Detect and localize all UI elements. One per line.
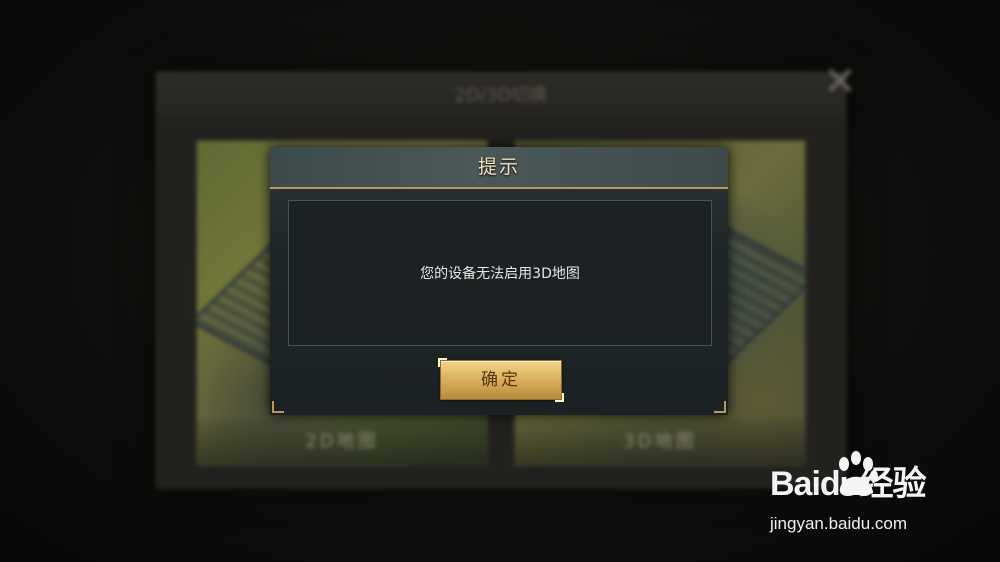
confirm-button[interactable]: 确定 [438,358,564,402]
dialog-header: 提示 [270,147,728,189]
message-box: 您的设备无法启用3D地图 [288,200,712,346]
map-mode-panel-title: 2D/3D切换 [157,73,845,119]
dialog-title: 提示 [477,156,520,178]
alert-dialog: 提示 您的设备无法启用3D地图 确定 [270,147,728,415]
map-card-2d-label: 2D地图 [197,419,487,465]
confirm-button-label: 确定 [481,370,521,390]
close-icon[interactable]: ✕ [818,60,862,104]
dialog-message: 您的设备无法启用3D地图 [420,266,580,282]
watermark-url: jingyan.baidu.com [770,514,908,533]
corner-ornament [272,401,284,413]
paw-icon [839,451,878,496]
corner-ornament [714,401,726,413]
corner-ornament [555,393,564,402]
map-card-3d-label: 3D地图 [515,419,805,465]
baidu-jingyan-watermark: Baidu经验 jingyan.baidu.com [770,451,985,544]
corner-ornament [438,358,447,367]
screen: 2D/3D切换 ✕ 2D地图 3D地图 提示 您的设备无法启用3D地图 确定 j… [0,0,1000,562]
baidu-logo: Baidu经验 [770,451,926,504]
